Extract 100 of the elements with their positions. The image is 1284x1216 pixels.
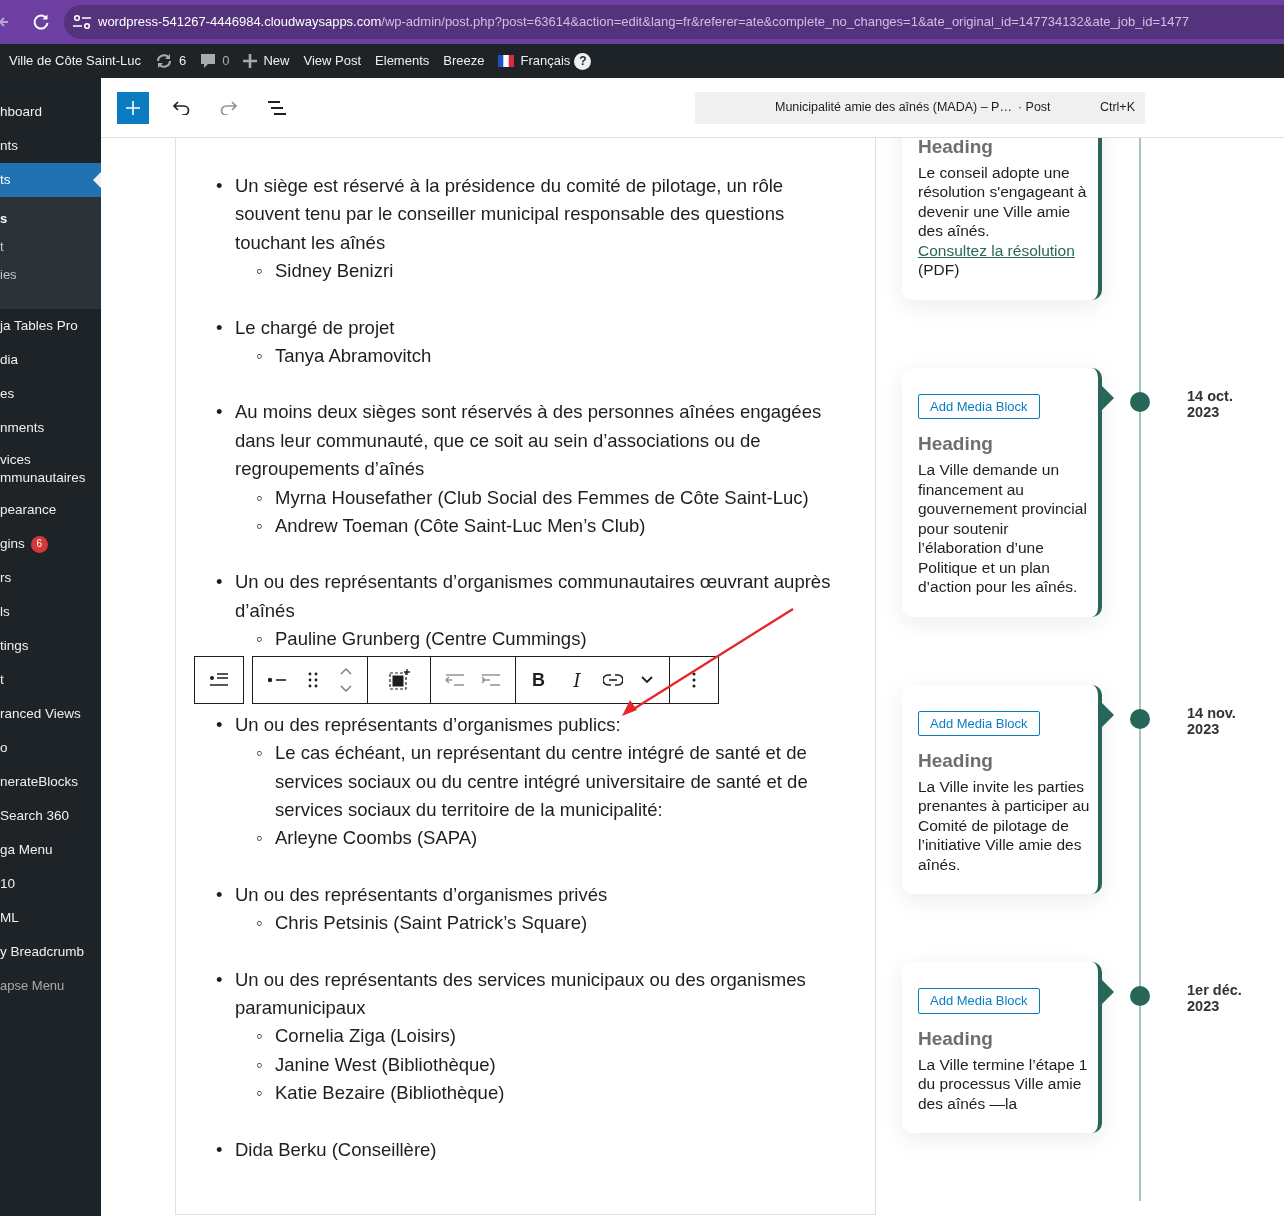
sidebar-item[interactable]: 10 bbox=[0, 867, 101, 901]
list-bullet: ◦ bbox=[256, 1024, 264, 1049]
list-bullet: • bbox=[216, 967, 224, 992]
list-bullet: ◦ bbox=[256, 1081, 264, 1106]
list-bullet: • bbox=[216, 712, 224, 737]
flag-icon bbox=[498, 55, 515, 67]
list-item-text: Andrew Toeman (Côte Saint-Luc Men’s Club) bbox=[275, 514, 646, 539]
admin-bar-item[interactable]: 0 bbox=[222, 51, 230, 71]
collapse-menu-button[interactable]: apse Menu bbox=[0, 969, 101, 1003]
sidebar-item[interactable]: tings bbox=[0, 629, 101, 663]
timeline-dot bbox=[1130, 391, 1150, 412]
timeline-dot bbox=[1130, 708, 1150, 729]
comment-icon bbox=[200, 53, 217, 69]
list-item-text: Janine West (Bibliothèque) bbox=[275, 1052, 496, 1077]
list-item-text: Arleyne Coombs (SAPA) bbox=[275, 826, 478, 851]
redo-icon bbox=[220, 100, 238, 115]
add-media-button[interactable]: Add Media Block bbox=[918, 710, 1040, 737]
sidebar-item[interactable]: Search 360 bbox=[0, 799, 101, 833]
list-item-text: Un ou des représentants des services municipaux ou des organismes paramunicipaux bbox=[235, 967, 807, 1020]
sidebar-item[interactable]: nerateBlocks bbox=[0, 765, 101, 799]
list-icon bbox=[209, 672, 229, 688]
sidebar-item[interactable]: o bbox=[0, 731, 101, 765]
card-heading: Heading bbox=[918, 1027, 994, 1051]
sidebar-item[interactable]: ja Tables Pro bbox=[0, 309, 101, 343]
sidebar-item[interactable]: es bbox=[0, 377, 101, 411]
add-media-button[interactable]: Add Media Block bbox=[918, 988, 1040, 1014]
post-type: · Post bbox=[1017, 99, 1051, 117]
post-title: Municipalité amie des aînés (MADA) – P… bbox=[775, 99, 1012, 117]
list-item-text: Dida Berku (Conseillère) bbox=[235, 1137, 437, 1162]
sidebar-item[interactable]: nments bbox=[0, 411, 101, 445]
list-bullet: ◦ bbox=[256, 826, 264, 851]
site-info-icon[interactable] bbox=[72, 14, 92, 30]
admin-bar-item[interactable]: Ville de Côte Saint-Luc bbox=[9, 51, 141, 71]
card-text: La Ville demande un financement au gouvernement provincial pour soutenir l’élaboration d’une Politique et un plan d’action pour les aînés. bbox=[918, 460, 1088, 597]
kebab-menu-icon bbox=[692, 672, 696, 688]
admin-bar-item[interactable]: 6 bbox=[179, 51, 187, 71]
list-item-text: Un ou des représentants d’organismes communautaires œuvrant auprès d’aînés bbox=[235, 570, 832, 623]
submenu-item[interactable]: ies bbox=[0, 261, 101, 289]
list-bullet: ◦ bbox=[256, 627, 264, 652]
resolution-link[interactable]: Consultez la résolution bbox=[918, 241, 1075, 259]
sidebar-item[interactable]: dia bbox=[0, 343, 101, 377]
help-icon[interactable]: ? bbox=[574, 52, 592, 70]
sidebar-item[interactable]: ML bbox=[0, 901, 101, 935]
sidebar-item[interactable]: vices mmunautaires bbox=[0, 445, 101, 493]
sidebar-item[interactable]: t bbox=[0, 663, 101, 697]
list-bullet: ◦ bbox=[256, 259, 264, 284]
list-bullet: ◦ bbox=[256, 1052, 264, 1077]
list-bullet: ◦ bbox=[256, 344, 264, 369]
admin-bar-item[interactable]: New bbox=[263, 51, 290, 71]
list-item-text: Sidney Benizri bbox=[275, 259, 394, 284]
select-parent-icon bbox=[388, 669, 410, 691]
list-item-text: Myrna Housefather (Club Social des Femmes de Côte Saint-Luc) bbox=[275, 485, 809, 510]
event-date: 14 oct. 2023 bbox=[1187, 387, 1234, 420]
admin-bar-item[interactable]: Français bbox=[520, 51, 571, 71]
sidebar-item[interactable]: ts bbox=[0, 163, 101, 197]
list-item-text: Un siège est réservé à la présidence du comité de pilotage, un rôle souvent tenu par le conseiller municipal responsable des questions touchant les aînés bbox=[235, 174, 786, 255]
list-item-text: Tanya Abramovitch bbox=[275, 344, 432, 369]
sidebar-item[interactable]: ls bbox=[0, 595, 101, 629]
card-heading: Heading bbox=[918, 138, 994, 159]
admin-bar-item[interactable]: View Post bbox=[303, 51, 362, 71]
list-item-text: Katie Bezaire (Bibliothèque) bbox=[275, 1081, 505, 1106]
submenu-item[interactable]: t bbox=[0, 233, 101, 261]
undo-icon bbox=[172, 100, 190, 115]
refresh-icon bbox=[155, 53, 173, 69]
list-view-icon bbox=[267, 99, 287, 116]
bullet-list-icon bbox=[267, 677, 287, 683]
sidebar-item[interactable]: ranced Views bbox=[0, 697, 101, 731]
sidebar-item[interactable]: pearance bbox=[0, 493, 101, 527]
indent-icon bbox=[481, 673, 501, 687]
event-date: 1er déc. 2023 bbox=[1187, 982, 1243, 1015]
sidebar-item[interactable]: gins bbox=[0, 535, 25, 553]
sidebar-item[interactable]: ga Menu bbox=[0, 833, 101, 867]
submenu-item[interactable]: s bbox=[0, 205, 101, 233]
list-bullet: • bbox=[216, 882, 224, 907]
card-text: La Ville termine l’étape 1 du processus Ville amie des aînés —la bbox=[918, 1054, 1089, 1114]
sidebar-item[interactable]: hboard bbox=[0, 95, 101, 129]
chevron-up-down-icon bbox=[339, 667, 353, 693]
chevron-down-icon bbox=[641, 676, 653, 684]
admin-bar-item[interactable]: Elements bbox=[375, 51, 430, 71]
admin-bar-item[interactable]: Breeze bbox=[443, 51, 485, 71]
list-bullet: ◦ bbox=[256, 485, 264, 510]
sidebar-item[interactable]: nts bbox=[0, 129, 101, 163]
list-bullet: • bbox=[216, 1137, 224, 1162]
sidebar-item[interactable]: y Breadcrumb bbox=[0, 935, 101, 969]
list-bullet: ◦ bbox=[256, 514, 264, 539]
reload-icon[interactable] bbox=[32, 13, 50, 31]
sidebar-item[interactable]: rs bbox=[0, 561, 101, 595]
card-text: La Ville invite les parties prenantes à participer au Comité de pilotage de l’initiative Ville amie des aînés. bbox=[918, 776, 1090, 875]
list-bullet: • bbox=[216, 174, 224, 198]
list-bullet: • bbox=[216, 400, 224, 425]
list-item-text: Un ou des représentants d’organismes publics: bbox=[235, 712, 621, 737]
update-count-badge: 6 bbox=[30, 535, 48, 553]
list-bullet: ◦ bbox=[256, 741, 264, 766]
add-media-button[interactable]: Add Media Block bbox=[918, 393, 1040, 420]
add-block-button[interactable] bbox=[117, 91, 149, 124]
card-text: Le conseil adopte une résolution s'engageant à devenir une Ville amie des aînés. Consultez la résolution (PDF) bbox=[918, 162, 1088, 280]
command-bar[interactable]: Municipalité amie des aînés (MADA) – P… · Post Ctrl+K bbox=[695, 91, 1145, 124]
back-icon[interactable] bbox=[0, 15, 8, 29]
timeline-dot bbox=[1130, 986, 1150, 1007]
plus-icon bbox=[125, 99, 141, 116]
